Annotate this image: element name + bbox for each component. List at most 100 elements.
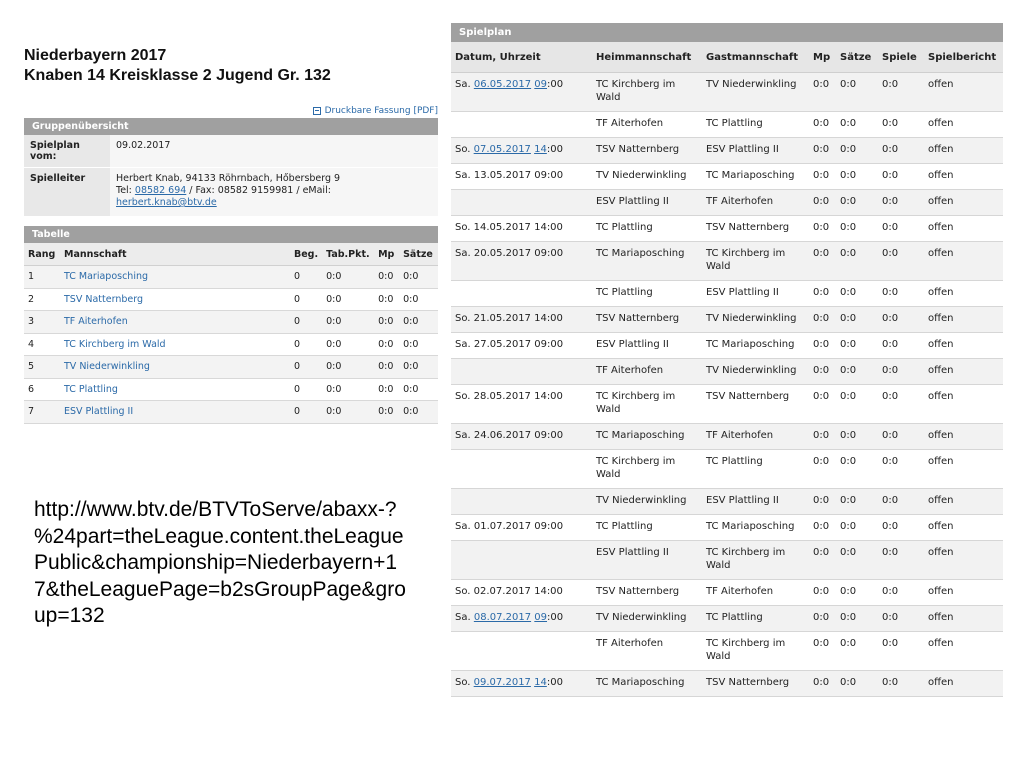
match-hour-link[interactable]: 09 (534, 79, 547, 90)
standings-row: 6 TC Plattling 0 0:0 0:0 0:0 (24, 378, 438, 401)
match-datetime: 20.05.2017 09:00 (473, 248, 564, 259)
guest-team: ESV Plattling II (702, 280, 809, 307)
standings-team-link[interactable]: TF Aiterhofen (64, 316, 128, 327)
match-hour-link[interactable]: 14 (534, 144, 547, 155)
spielplan-value: 09.02.2017 (110, 135, 438, 168)
match-hour-link[interactable]: 09 (534, 612, 547, 623)
match-mp: 0:0 (809, 306, 836, 333)
match-date-cell (451, 488, 592, 515)
match-mp: 0:0 (809, 215, 836, 242)
standings-mp: 0:0 (374, 333, 400, 356)
match-date-link[interactable]: 09.07.2017 (474, 677, 531, 688)
match-minutes: :00 (546, 144, 563, 155)
standings-team-cell: TV Niederwinkling (60, 355, 290, 379)
guest-team: TF Aiterhofen (702, 579, 809, 606)
match-mp: 0:0 (809, 111, 836, 138)
match-date-link[interactable]: 07.05.2017 (474, 144, 531, 155)
match-date-link[interactable]: 06.05.2017 (474, 79, 531, 90)
title-line-2: Knaben 14 Kreisklasse 2 Jugend Gr. 132 (24, 67, 331, 84)
spielleiter-row: Spielleiter Herbert Knab, 94133 Röhrnbac… (24, 167, 438, 217)
printable-pdf-link[interactable]: Druckbare Fassung [PDF] (24, 106, 438, 116)
spielleiter-fax: / Fax: 08582 9159981 / eMail: (186, 185, 331, 196)
match-report-status: offen (924, 358, 1003, 385)
match-saetze: 0:0 (836, 189, 878, 216)
match-spiele: 0:0 (878, 605, 924, 632)
match-report-status: offen (924, 579, 1003, 606)
standings-mp: 0:0 (374, 310, 400, 334)
standings-saetze: 0:0 (399, 265, 438, 289)
match-report-status: offen (924, 241, 1003, 281)
spielleiter-email-link[interactable]: herbert.knab@btv.de (116, 197, 217, 208)
match-datetime: 21.05.2017 14:00 (473, 313, 563, 324)
standings-team-cell: TF Aiterhofen (60, 310, 290, 334)
standings-body: 1 TC Mariaposching 0 0:0 0:0 0:0 2 TSV Natternb… (24, 265, 438, 424)
standings-saetze: 0:0 (399, 288, 438, 311)
tel-prefix: Tel: (116, 185, 135, 196)
match-mp: 0:0 (809, 579, 836, 606)
standings-team-link[interactable]: ESV Plattling II (64, 406, 133, 417)
schedule-row: TF Aiterhofen TV Niederwinkling 0:0 0:0 0:0 o… (451, 358, 1003, 385)
standings-beg: 0 (290, 288, 323, 311)
match-report-status: offen (924, 488, 1003, 515)
standings-team-link[interactable]: TC Mariaposching (64, 271, 148, 282)
standings-row: 7 ESV Plattling II 0 0:0 0:0 0:0 (24, 400, 438, 424)
match-report-status: offen (924, 111, 1003, 138)
standings-team-link[interactable]: TC Plattling (64, 384, 118, 395)
standings-team-cell: TC Plattling (60, 378, 290, 401)
source-url-text: http://www.btv.de/BTVToServe/abaxx-?%24p… (34, 498, 406, 627)
match-spiele: 0:0 (878, 241, 924, 281)
spielleiter-tel-link[interactable]: 08582 694 (135, 185, 186, 196)
match-weekday: Sa. (455, 612, 471, 623)
home-team: ESV Plattling II (592, 540, 702, 580)
spielleiter-label: Spielleiter (24, 167, 110, 217)
match-mp: 0:0 (809, 449, 836, 489)
home-team: ESV Plattling II (592, 189, 702, 216)
match-hour-link[interactable]: 14 (534, 677, 547, 688)
match-spiele: 0:0 (878, 72, 924, 112)
match-report-status: offen (924, 670, 1003, 697)
match-weekday: Sa. (455, 79, 471, 90)
standings-team-link[interactable]: TC Kirchberg im Wald (64, 339, 166, 350)
guest-team: TC Kirchberg im Wald (702, 631, 809, 671)
match-mp: 0:0 (809, 631, 836, 671)
match-minutes: :00 (546, 677, 563, 688)
match-spiele: 0:0 (878, 358, 924, 385)
group-overview-table: Spielplan vom: 09.02.2017 Spielleiter He… (24, 135, 438, 217)
guest-team: TC Plattling (702, 449, 809, 489)
standings-rang: 1 (24, 265, 60, 289)
standings-team-link[interactable]: TV Niederwinkling (64, 361, 150, 372)
col-heim: Heimmannschaft (592, 42, 702, 73)
home-team: TC Kirchberg im Wald (592, 72, 702, 112)
schedule-row: ESV Plattling II TC Kirchberg im Wald 0:0 0… (451, 540, 1003, 580)
schedule-table: Datum, Uhrzeit Heimmannschaft Gastmannsc… (451, 42, 1003, 697)
match-report-status: offen (924, 514, 1003, 541)
standings-row: 5 TV Niederwinkling 0 0:0 0:0 0:0 (24, 355, 438, 379)
match-report-status: offen (924, 72, 1003, 112)
match-spiele: 0:0 (878, 215, 924, 242)
match-date-link[interactable]: 08.07.2017 (474, 612, 531, 623)
match-saetze: 0:0 (836, 631, 878, 671)
schedule-row: So. 02.07.2017 14:00 TSV Natternberg TF Ai… (451, 579, 1003, 606)
match-date-cell: Sa. 24.06.2017 09:00 (451, 423, 592, 450)
match-spiele: 0:0 (878, 332, 924, 359)
match-report-status: offen (924, 384, 1003, 424)
spielleiter-value: Herbert Knab, 94133 Röhrnbach, Hőbersber… (110, 167, 438, 217)
match-spiele: 0:0 (878, 449, 924, 489)
home-team: TC Plattling (592, 514, 702, 541)
printable-pdf-label[interactable]: Druckbare Fassung [PDF] (325, 106, 438, 116)
guest-team: TC Plattling (702, 605, 809, 632)
match-date-cell: Sa. 20.05.2017 09:00 (451, 241, 592, 281)
home-team: TF Aiterhofen (592, 111, 702, 138)
match-datetime: 01.07.2017 09:00 (473, 521, 564, 532)
standings-team-link[interactable]: TSV Natternberg (64, 294, 143, 305)
home-team: TC Mariaposching (592, 423, 702, 450)
match-date-cell: Sa. 08.07.2017 09:00 (451, 605, 592, 632)
match-date-cell: So. 07.05.2017 14:00 (451, 137, 592, 164)
schedule-row: TV Niederwinkling ESV Plattling II 0:0 0:0 0… (451, 488, 1003, 515)
guest-team: ESV Plattling II (702, 488, 809, 515)
home-team: TSV Natternberg (592, 306, 702, 333)
guest-team: ESV Plattling II (702, 137, 809, 164)
match-mp: 0:0 (809, 670, 836, 697)
standings-beg: 0 (290, 355, 323, 379)
standings-saetze: 0:0 (399, 333, 438, 356)
